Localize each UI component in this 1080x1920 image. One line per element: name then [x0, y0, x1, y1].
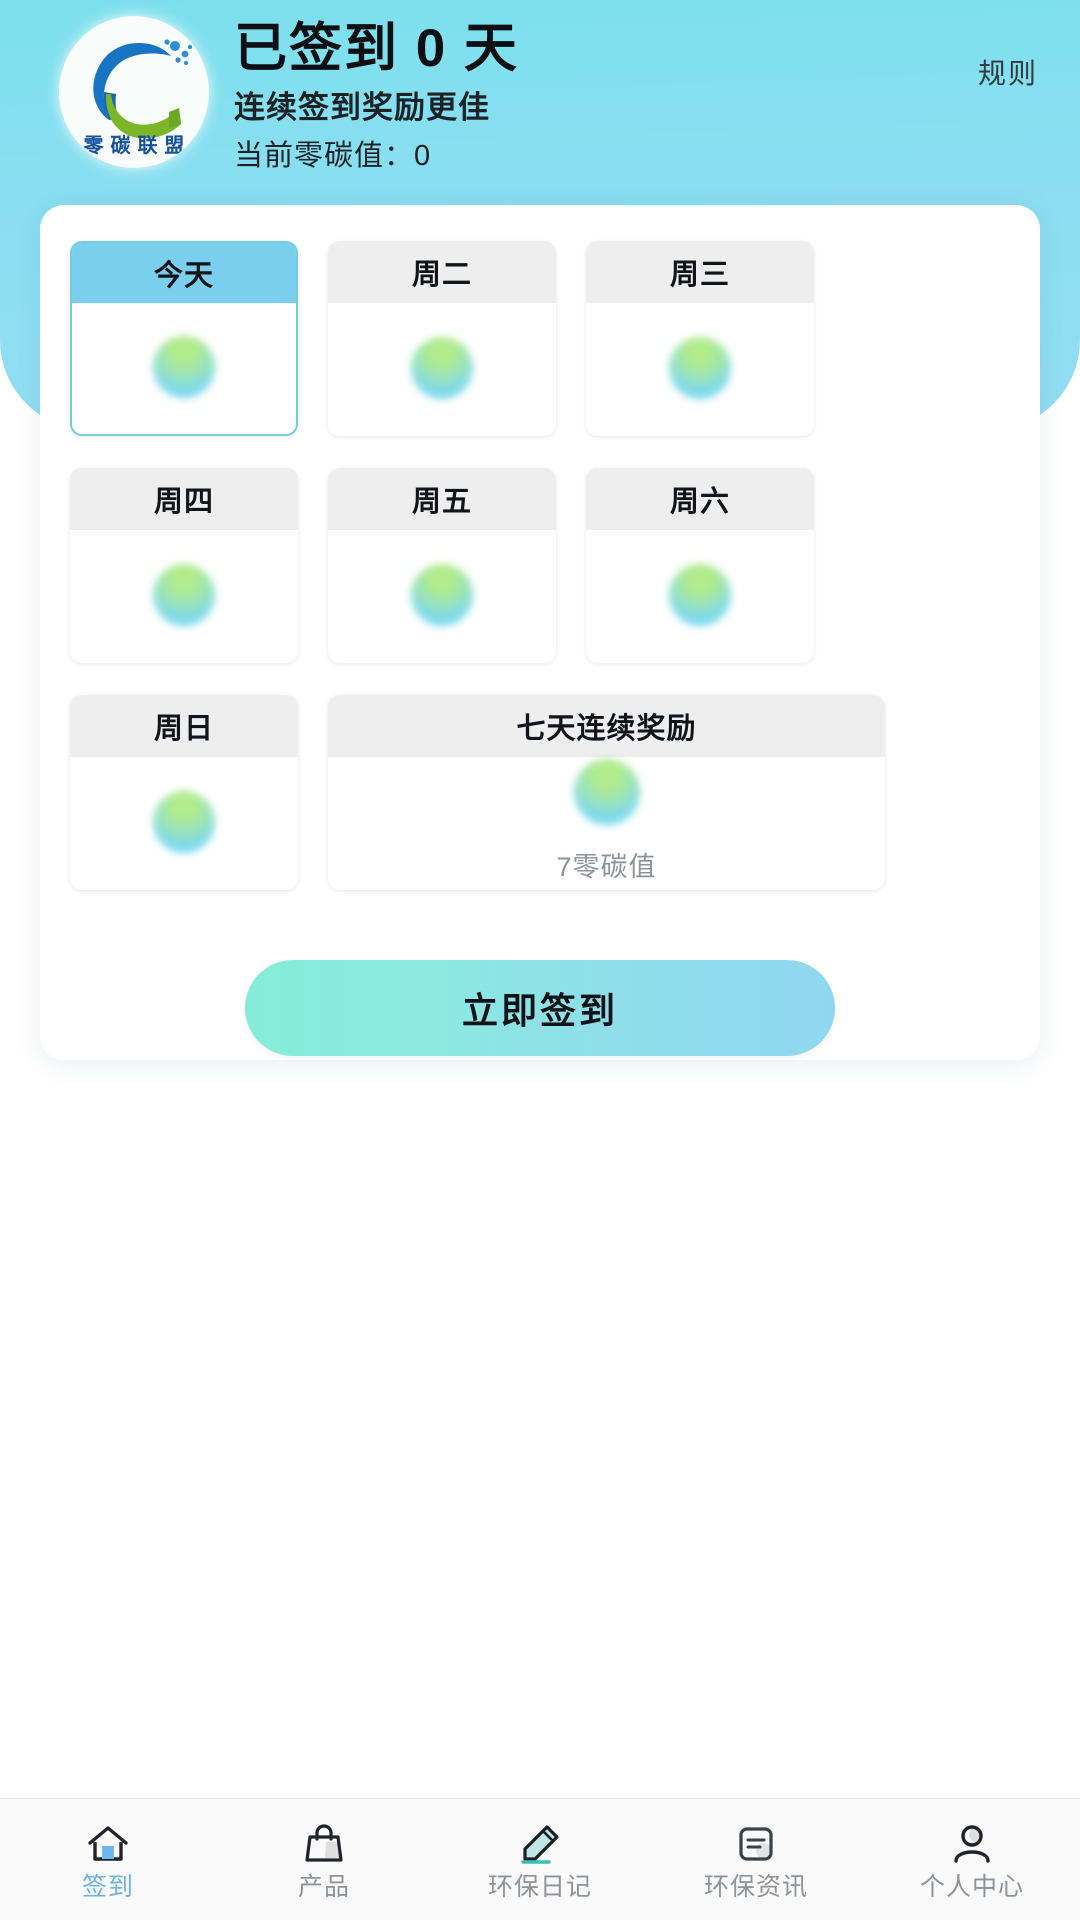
signin-button[interactable]: 立即签到 — [245, 960, 835, 1056]
globe-icon — [669, 336, 731, 399]
day-card-body — [586, 303, 814, 436]
rules-button[interactable]: 规则 — [970, 46, 1046, 98]
tab-label: 产品 — [297, 1872, 350, 1901]
tab-label: 个人中心 — [919, 1872, 1024, 1901]
logo-wordmark: 零 碳 联 盟 — [83, 133, 185, 157]
page-header: 零 碳 联 盟 已签到 0 天 连续签到奖励更佳 当前零碳值：0 规则 — [0, 0, 1080, 180]
globe-icon — [153, 790, 215, 853]
day-card[interactable]: 周六 — [586, 468, 814, 663]
pencil-icon — [516, 1820, 564, 1868]
tab-person[interactable]: 个人中心 — [864, 1799, 1080, 1920]
day-card-body — [586, 530, 814, 663]
brand-logo: 零 碳 联 盟 — [58, 16, 210, 168]
day-card-body: 7零碳值 — [328, 757, 885, 890]
reward-amount-label: 7零碳值 — [556, 852, 657, 882]
day-card[interactable]: 周二 — [328, 241, 556, 436]
document-icon — [732, 1820, 780, 1868]
signin-button-row: 立即签到 — [70, 960, 1010, 1056]
tab-pencil[interactable]: 环保日记 — [432, 1799, 648, 1920]
day-card-title: 今天 — [72, 243, 296, 303]
day-card-body — [72, 303, 296, 434]
day-card-body — [70, 530, 298, 663]
day-card-today[interactable]: 今天 — [70, 241, 298, 436]
day-card[interactable]: 周日 — [70, 695, 298, 890]
header-subtitle: 连续签到奖励更佳 — [234, 90, 490, 126]
globe-icon — [153, 563, 215, 626]
day-card-title: 周二 — [328, 241, 556, 303]
globe-icon — [411, 563, 473, 626]
app-screen: 零 碳 联 盟 已签到 0 天 连续签到奖励更佳 当前零碳值：0 规则 今天 周二… — [0, 0, 1080, 1920]
person-icon — [948, 1820, 996, 1868]
day-card-title: 周四 — [70, 468, 298, 530]
globe-icon — [153, 335, 215, 398]
day-card-body — [328, 530, 556, 663]
bottom-tab-bar: 签到 产品 环保日记 环保资讯 个人中心 — [0, 1798, 1080, 1920]
tab-label: 环保日记 — [487, 1872, 592, 1901]
tab-label: 签到 — [81, 1872, 134, 1901]
carbon-value-text: 当前零碳值：0 — [234, 139, 432, 172]
day-card-title: 周日 — [70, 695, 298, 757]
day-card[interactable]: 周三 — [586, 241, 814, 436]
day-card-title: 周六 — [586, 468, 814, 530]
day-card-title: 周五 — [328, 468, 556, 530]
checkin-panel: 今天 周二 周三周四 周五 周六周日 七天连续奖励 7零碳值 立即签到 — [40, 205, 1040, 1060]
zero-carbon-alliance-logo-icon: 零 碳 联 盟 — [60, 17, 208, 167]
bag-icon — [300, 1820, 348, 1868]
tab-document[interactable]: 环保资讯 — [648, 1799, 864, 1920]
globe-icon — [669, 563, 731, 626]
globe-icon — [573, 759, 640, 825]
page-title: 已签到 0 天 — [234, 19, 519, 78]
home-icon — [84, 1820, 132, 1868]
day-card[interactable]: 周四 — [70, 468, 298, 663]
globe-icon — [411, 336, 473, 399]
day-card-bonus[interactable]: 七天连续奖励 7零碳值 — [328, 695, 885, 890]
day-card-title: 七天连续奖励 — [328, 695, 885, 757]
day-card-title: 周三 — [586, 241, 814, 303]
checkin-day-grid: 今天 周二 周三周四 周五 周六周日 七天连续奖励 7零碳值 — [70, 241, 1010, 890]
day-card-body — [328, 303, 556, 436]
tab-label: 环保资讯 — [703, 1872, 808, 1901]
header-text-block: 已签到 0 天 连续签到奖励更佳 当前零碳值：0 — [234, 14, 970, 173]
tab-bag[interactable]: 产品 — [216, 1799, 432, 1920]
day-card-body — [70, 757, 298, 890]
day-card[interactable]: 周五 — [328, 468, 556, 663]
tab-home[interactable]: 签到 — [0, 1799, 216, 1920]
